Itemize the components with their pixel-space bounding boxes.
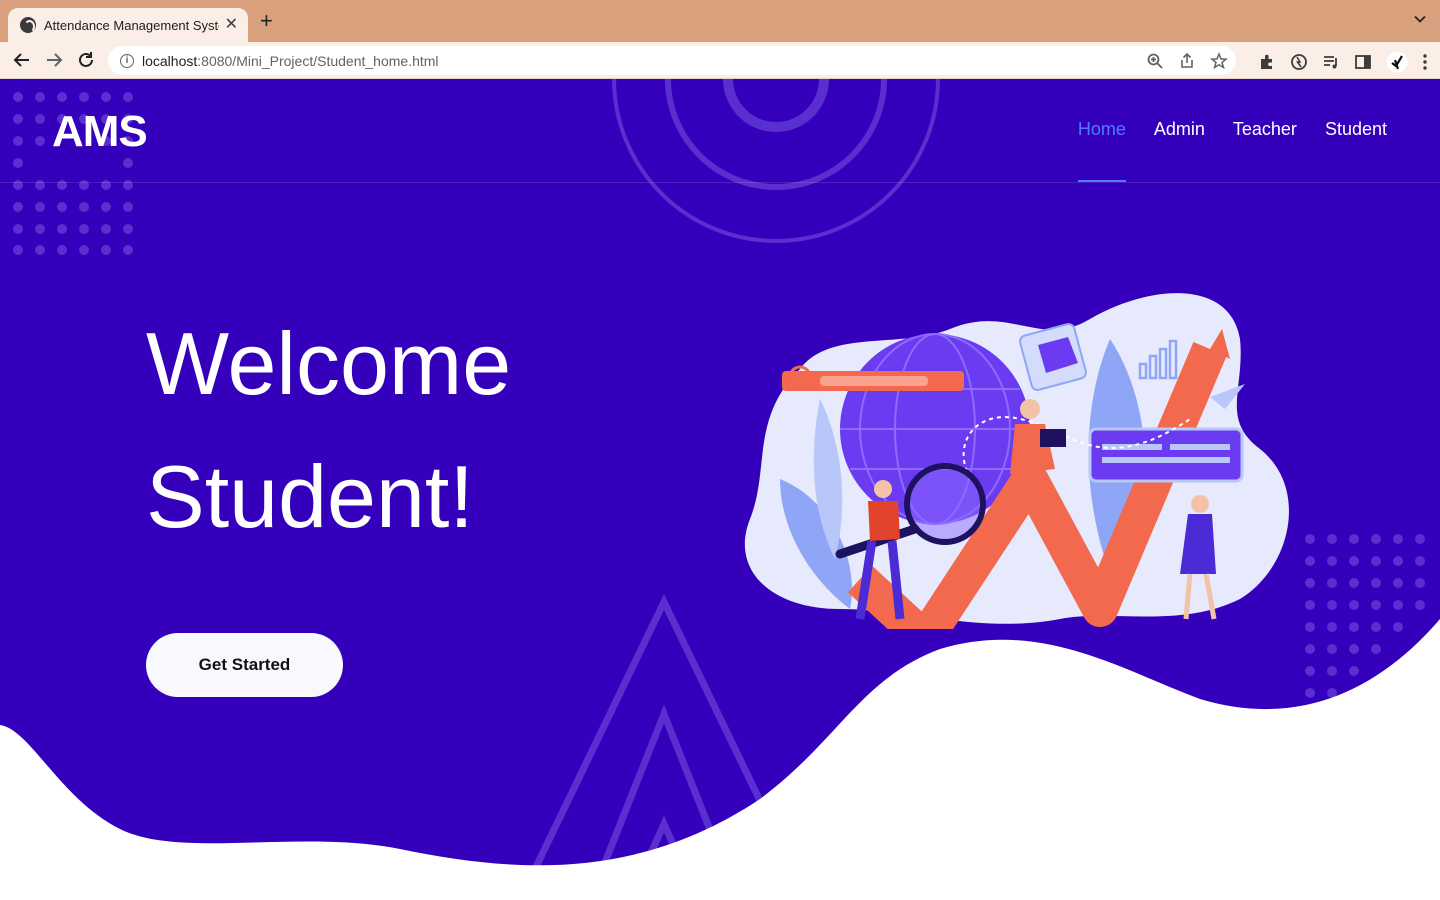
hero-illustration xyxy=(744,293,1289,629)
browser-tab-bar: Attendance Management System ✕ + xyxy=(0,0,1440,42)
browser-toolbar: i localhost:8080/Mini_Project/Student_ho… xyxy=(0,42,1440,79)
media-icon[interactable] xyxy=(1322,53,1340,71)
nav-admin[interactable]: Admin xyxy=(1154,119,1205,140)
nav-home[interactable]: Home xyxy=(1077,119,1126,182)
extension-icons xyxy=(1258,51,1428,73)
address-bar[interactable]: i localhost:8080/Mini_Project/Student_ho… xyxy=(108,46,1236,75)
nav-teacher[interactable]: Teacher xyxy=(1233,119,1297,140)
menu-icon[interactable] xyxy=(1422,53,1428,71)
hero-line-2: Student! xyxy=(146,447,474,546)
globe-icon xyxy=(20,17,36,33)
back-icon[interactable] xyxy=(12,50,32,70)
extensions-icon[interactable] xyxy=(1258,53,1276,71)
sidepanel-icon[interactable] xyxy=(1354,53,1372,71)
page: AMS Home Admin Teacher Student Welcome S… xyxy=(0,79,1440,900)
get-started-button[interactable]: Get Started xyxy=(146,633,343,697)
hero-heading: Welcome Student! xyxy=(146,297,511,563)
sync-icon[interactable] xyxy=(1290,53,1308,71)
new-tab-button[interactable]: + xyxy=(260,10,273,32)
profile-avatar[interactable] xyxy=(1386,51,1408,73)
header-divider xyxy=(0,182,1440,183)
site-logo[interactable]: AMS xyxy=(52,107,148,157)
forward-icon[interactable] xyxy=(44,50,64,70)
tab-list-icon[interactable] xyxy=(1414,13,1426,25)
zoom-icon[interactable] xyxy=(1146,52,1164,70)
omnibox-actions xyxy=(1146,52,1228,70)
share-icon[interactable] xyxy=(1178,52,1196,70)
browser-tab[interactable]: Attendance Management System ✕ xyxy=(8,8,248,42)
info-icon[interactable]: i xyxy=(120,53,134,68)
main-nav: Home Admin Teacher Student xyxy=(1077,119,1387,182)
hero-line-1: Welcome xyxy=(146,314,512,413)
close-icon[interactable]: ✕ xyxy=(225,17,238,33)
url-host: localhost xyxy=(142,52,198,69)
tab-title: Attendance Management System xyxy=(44,17,219,33)
url-path: :8080/Mini_Project/Student_home.html xyxy=(197,52,439,69)
reload-icon[interactable] xyxy=(76,50,96,70)
nav-student[interactable]: Student xyxy=(1325,119,1387,140)
star-icon[interactable] xyxy=(1210,52,1228,70)
